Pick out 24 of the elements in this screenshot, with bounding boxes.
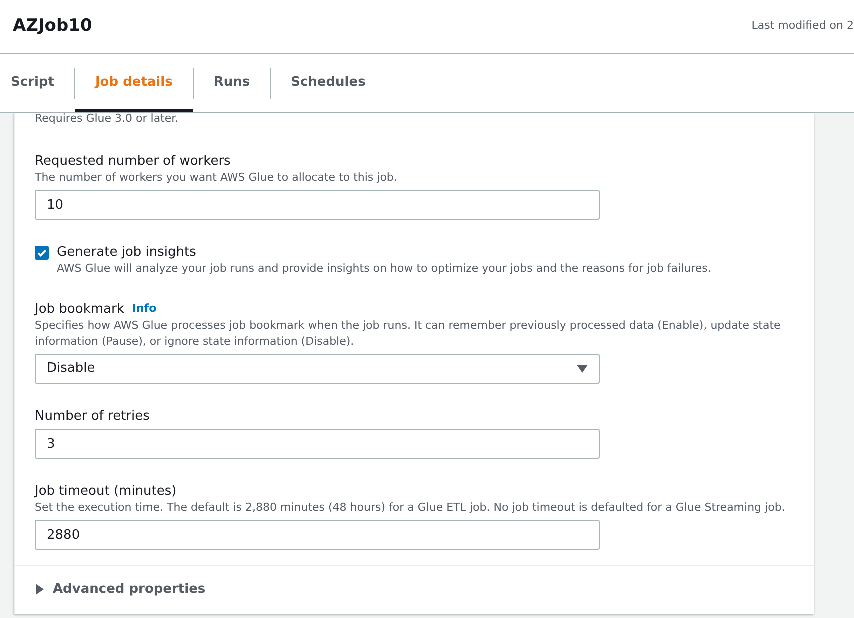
field-description: Specifies how AWS Glue processes job bookmark when the job runs. It can remember previously processed data (Enable), update state information (Pause), or ignore state information (Disable). bbox=[35, 318, 782, 350]
job-title: AZJob10 bbox=[13, 14, 92, 38]
input-field[interactable]: 3 bbox=[35, 429, 600, 459]
field-label: Requested number of workers bbox=[35, 153, 231, 170]
select-dropdown[interactable]: Disable bbox=[35, 354, 600, 384]
tab[interactable]: Runs bbox=[194, 54, 270, 112]
advanced-properties-toggle[interactable]: Advanced properties bbox=[35, 580, 206, 600]
info-link[interactable]: Info bbox=[132, 301, 157, 318]
field-label: Job bookmark bbox=[35, 301, 124, 318]
input-field[interactable]: 10 bbox=[35, 190, 600, 220]
field-description: The number of workers you want AWS Glue to allocate to this job. bbox=[35, 170, 398, 186]
caret-down-icon bbox=[577, 365, 588, 373]
tab[interactable]: Script bbox=[0, 54, 74, 112]
input-field[interactable]: 2880 bbox=[35, 520, 600, 550]
field-description: AWS Glue will analyze your job runs and provide insights on how to optimize your jobs and the reasons for job failures. bbox=[57, 261, 712, 277]
checkbox[interactable] bbox=[35, 246, 49, 260]
requirement-note: Requires Glue 3.0 or later. bbox=[34, 113, 180, 125]
field-label: Number of retries bbox=[35, 408, 150, 425]
last-modified-text: Last modified on 2 bbox=[752, 18, 854, 34]
field-label: Job timeout (minutes) bbox=[35, 483, 177, 500]
checkbox-label: Generate job insights bbox=[57, 244, 198, 261]
caret-right-icon bbox=[35, 584, 45, 596]
tab[interactable]: Schedules bbox=[271, 54, 386, 112]
field-description: Set the execution time. The default is 2,880 minutes (48 hours) for a Glue ETL job. No job timeout is defaulted for a Glue Streaming job. bbox=[35, 500, 786, 516]
